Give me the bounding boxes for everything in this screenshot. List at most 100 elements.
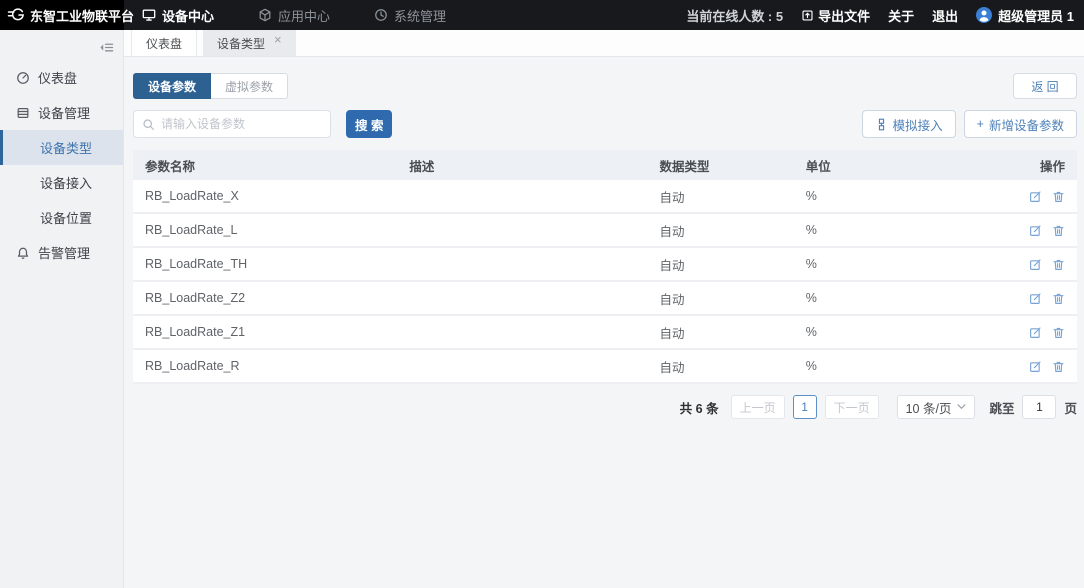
add-label: 新增设备参数 [989,115,1064,134]
user-menu[interactable]: 超级管理员 1 [976,6,1074,25]
add-device-param-button[interactable]: + 新增设备参数 [964,110,1077,138]
chevron-down-icon [957,404,966,410]
close-icon[interactable]: × [274,33,282,46]
delete-icon[interactable] [1052,258,1065,271]
pagination: 共 6 条 上一页 1 下一页 10 条/页 跳至 页 [133,395,1077,419]
sidebar-collapse-button[interactable] [0,35,123,59]
top-navigation: 设备中心 应用中心 系统管理 [142,6,446,25]
edit-icon[interactable] [1029,292,1042,305]
sidebar-item-device-type[interactable]: 设备类型 [0,130,123,165]
param-unit: % [794,257,945,271]
table-row: RB_LoadRate_Z1 自动 % [133,316,1077,350]
edit-icon[interactable] [1029,326,1042,339]
tab-device-type[interactable]: 设备类型 × [203,30,296,56]
page-size-value: 10 条/页 [906,398,952,417]
param-unit: % [794,325,945,339]
param-name: RB_LoadRate_TH [133,257,397,271]
sidebar-item-alarm-management[interactable]: 告警管理 [0,235,123,270]
total-count: 共 6 条 [680,398,719,417]
sidebar-item-device-management[interactable]: 设备管理 [0,95,123,130]
table-row: RB_LoadRate_R 自动 % [133,350,1077,384]
param-name: RB_LoadRate_Z1 [133,325,397,339]
delete-icon[interactable] [1052,224,1065,237]
simulate-icon [875,118,888,131]
tab-virtual-params[interactable]: 虚拟参数 [211,73,288,99]
online-count: 当前在线人数 : 5 [686,6,783,25]
main-content: 设备参数 虚拟参数 返 回 搜 索 [124,57,1084,588]
sidebar-item-label: 仪表盘 [38,68,77,87]
params-table: 参数名称 描述 数据类型 单位 操作 RB_LoadRate_X 自动 % RB… [133,150,1077,384]
param-name: RB_LoadRate_X [133,189,397,203]
jump-to-label: 跳至 [989,398,1014,417]
brand-title: 东智工业物联平台 [30,6,134,25]
user-name: 超级管理员 1 [998,6,1074,25]
search-icon [142,118,155,131]
param-unit: % [794,223,945,237]
search-field [133,110,331,138]
search-input[interactable] [161,117,322,131]
tab-device-params[interactable]: 设备参数 [133,73,211,99]
param-unit: % [794,291,945,305]
list-icon [16,106,30,120]
collapse-icon [99,40,114,55]
column-header: 操作 [945,156,1077,175]
param-type-switch: 设备参数 虚拟参数 [133,73,288,99]
box-icon [258,8,272,22]
param-type: 自动 [647,289,793,308]
edit-icon[interactable] [1029,190,1042,203]
sidebar: 仪表盘 设备管理 设备类型 设备接入 设备位置 告警管理 [0,30,124,588]
param-type: 自动 [647,187,793,206]
table-row: RB_LoadRate_TH 自动 % [133,248,1077,282]
delete-icon[interactable] [1052,326,1065,339]
export-file-button[interactable]: 导出文件 [801,6,870,25]
header-right: 当前在线人数 : 5 导出文件 关于 退出 超级管理员 1 [686,6,1084,25]
jump-page-input[interactable] [1022,395,1056,419]
param-name: RB_LoadRate_R [133,359,397,373]
search-button[interactable]: 搜 索 [346,110,392,138]
bell-icon [16,246,30,260]
back-button[interactable]: 返 回 [1013,73,1077,99]
sidebar-item-device-location[interactable]: 设备位置 [0,200,123,235]
about-button[interactable]: 关于 [888,6,914,25]
column-header: 描述 [397,156,647,175]
edit-icon[interactable] [1029,224,1042,237]
param-type: 自动 [647,255,793,274]
nav-system-admin[interactable]: 系统管理 [374,6,446,25]
nav-app-center[interactable]: 应用中心 [258,6,330,25]
delete-icon[interactable] [1052,360,1065,373]
sidebar-item-device-access[interactable]: 设备接入 [0,165,123,200]
nav-label: 应用中心 [278,6,330,25]
page-size-select[interactable]: 10 条/页 [897,395,976,419]
brand-logo[interactable]: 东智工业物联平台 [0,0,124,30]
param-unit: % [794,359,945,373]
param-name: RB_LoadRate_L [133,223,397,237]
page-1-button[interactable]: 1 [793,395,817,419]
tab-label: 仪表盘 [146,35,182,52]
simulate-access-button[interactable]: 模拟接入 [862,110,956,138]
monitor-icon [142,8,156,22]
column-header: 数据类型 [647,156,793,175]
column-header: 参数名称 [133,156,397,175]
avatar [976,7,992,23]
prev-page-button[interactable]: 上一页 [731,395,785,419]
delete-icon[interactable] [1052,190,1065,203]
table-header: 参数名称 描述 数据类型 单位 操作 [133,150,1077,180]
brand-logo-icon [7,6,25,24]
tab-dashboard[interactable]: 仪表盘 [131,30,197,56]
gauge-icon [16,71,30,85]
sidebar-item-label: 设备接入 [40,173,92,192]
delete-icon[interactable] [1052,292,1065,305]
param-type: 自动 [647,323,793,342]
edit-icon[interactable] [1029,258,1042,271]
next-page-button[interactable]: 下一页 [825,395,879,419]
table-row: RB_LoadRate_Z2 自动 % [133,282,1077,316]
edit-icon[interactable] [1029,360,1042,373]
plus-icon: + [977,117,984,131]
param-type: 自动 [647,357,793,376]
nav-device-center[interactable]: 设备中心 [142,6,214,25]
param-type: 自动 [647,221,793,240]
clock-icon [374,8,388,22]
sidebar-item-dashboard[interactable]: 仪表盘 [0,60,123,95]
top-header: 东智工业物联平台 设备中心 应用中心 系统管 [0,0,1084,30]
logout-button[interactable]: 退出 [932,6,958,25]
